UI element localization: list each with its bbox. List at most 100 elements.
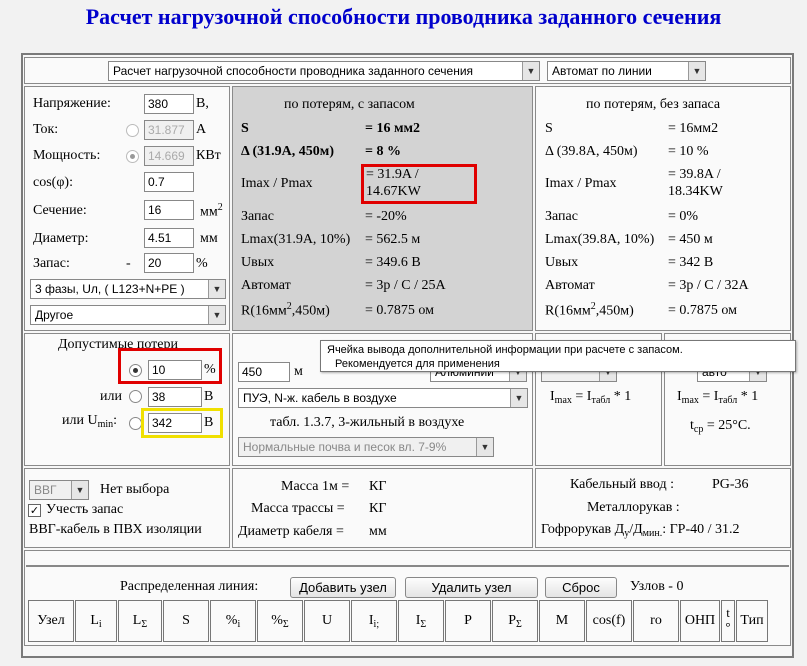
table-header-cell: ОНП <box>680 600 720 642</box>
soil-select[interactable]: Нормальные почва и песок вл. 7-9% ▼ <box>238 437 494 457</box>
loss-volts-unit: В <box>204 389 214 404</box>
reset-button[interactable]: Сброс <box>545 577 617 598</box>
length-input[interactable]: 450 <box>238 362 290 382</box>
table-header-cell: IΣ <box>398 600 444 642</box>
diameter-label: Диаметр: <box>33 231 89 246</box>
mass-1m-unit: КГ <box>369 479 387 494</box>
table-header-cell: PΣ <box>492 600 538 642</box>
cos-label: cos(φ): <box>33 175 73 190</box>
reserve-checkbox[interactable]: ✓ <box>28 504 41 517</box>
wr-lmax-value: = 562.5 м <box>365 232 421 247</box>
mass-1m-label: Масса 1м = <box>281 479 350 494</box>
material-value: Другое <box>35 308 74 322</box>
install-method-value: ПУЭ, N-ж. кабель в воздухе <box>243 391 397 405</box>
cable-type-value: ВВГ <box>34 483 57 497</box>
cable-type-select[interactable]: ВВГ ▼ <box>29 480 89 500</box>
table-header-cell: M <box>539 600 585 642</box>
table-header-cell: %Σ <box>257 600 303 642</box>
remove-node-button[interactable]: Удалить узел <box>405 577 538 598</box>
current-label: Ток: <box>33 122 59 137</box>
current-input[interactable]: 31.877 <box>144 120 194 140</box>
table-header-cell: U <box>304 600 350 642</box>
add-node-button[interactable]: Добавить узел <box>290 577 396 598</box>
diameter-unit: мм <box>200 231 218 246</box>
nr-resistance-label: R(16мм2,450м) <box>545 301 634 319</box>
formula-noreserve: Imax = Iтабл * 1 <box>677 389 759 406</box>
loss-volts-or: или <box>100 389 122 404</box>
cable-entry-value: PG-36 <box>712 477 749 492</box>
phase-value: 3 фазы, Uл, ( L123+N+PE ) <box>35 282 185 296</box>
cable-diameter-label: Диаметр кабеля = <box>238 524 344 539</box>
power-label: Мощность: <box>33 148 101 163</box>
wr-breaker-value: = 3р / С / 25А <box>365 278 446 293</box>
metal-sleeve-label: Металлорукав : <box>587 500 680 515</box>
table-header-cell: %i <box>210 600 256 642</box>
cable-diameter-unit: мм <box>369 524 387 539</box>
power-unit: КВт <box>196 148 221 163</box>
loss-volts-input[interactable]: 38 <box>148 387 202 407</box>
diameter-input[interactable]: 4.51 <box>144 228 194 248</box>
wr-delta-value: = 8 % <box>365 144 401 159</box>
highlight-imax-with-reserve <box>361 164 477 204</box>
wr-s-label: S <box>241 121 249 136</box>
table-header-cell: Узел <box>28 600 74 642</box>
voltage-unit: В, <box>196 96 209 111</box>
nr-lmax-label: Lmax(39.8A, 10%) <box>545 232 655 247</box>
reserve-checkbox-label: Учесть запас <box>46 502 124 517</box>
section-unit: мм2 <box>200 202 223 220</box>
cos-input[interactable]: 0.7 <box>144 172 194 192</box>
wr-resistance-label: R(16мм2,450м) <box>241 301 330 319</box>
reserve-input[interactable]: 20 <box>144 253 194 273</box>
chevron-down-icon: ▼ <box>476 438 493 456</box>
material-select[interactable]: Другое ▼ <box>30 305 226 325</box>
cable-description: ВВГ-кабель в ПВХ изоляции <box>29 522 202 537</box>
nr-uout-label: Uвых <box>545 255 579 270</box>
loss-volts-radio[interactable] <box>129 390 142 403</box>
soil-value: Нормальные почва и песок вл. 7-9% <box>243 440 447 454</box>
nr-delta-label: Δ (39.8А, 450м) <box>545 144 638 159</box>
nr-delta-value: = 10 % <box>668 144 709 159</box>
wr-reserve-value: = -20% <box>365 209 407 224</box>
with-reserve-header: по потерям, с запасом <box>284 97 415 112</box>
calc-mode-value: Расчет нагрузочной способности проводник… <box>113 64 474 78</box>
distributed-divider <box>26 565 789 567</box>
phase-select[interactable]: 3 фазы, Uл, ( L123+N+PE ) ▼ <box>30 279 226 299</box>
wr-resistance-value: = 0.7875 ом <box>365 303 434 318</box>
table-header-cell: P <box>445 600 491 642</box>
calc-mode-select[interactable]: Расчет нагрузочной способности проводник… <box>108 61 540 81</box>
protection-value: Автомат по линии <box>552 64 652 78</box>
highlight-umin <box>141 408 223 438</box>
nr-resistance-value: = 0.7875 ом <box>668 303 737 318</box>
section-label: Сечение: <box>33 203 87 218</box>
table-header-cell: Li <box>75 600 117 642</box>
ambient-temp: tср = 25°С. <box>690 418 751 435</box>
wr-breaker-label: Автомат <box>241 278 291 293</box>
nr-imax-label: Imax / Pmax <box>545 176 617 191</box>
nr-s-label: S <box>545 121 553 136</box>
protection-select[interactable]: Автомат по линии ▼ <box>547 61 706 81</box>
current-radio[interactable] <box>126 124 139 137</box>
corrugated-sleeve: Гофрорукав Ду/Дмин.: ГР-40 / 31.2 <box>541 522 740 539</box>
nr-lmax-value: = 450 м <box>668 232 713 247</box>
without-reserve-header: по потерям, без запаса <box>586 97 721 112</box>
table-header-cell: t ° <box>721 600 735 642</box>
length-unit: м <box>294 364 303 379</box>
nr-breaker-label: Автомат <box>545 278 595 293</box>
reserve-unit: % <box>196 256 208 271</box>
table-header-cell: Тип <box>736 600 768 642</box>
power-input[interactable]: 14.669 <box>144 146 194 166</box>
install-method-select[interactable]: ПУЭ, N-ж. кабель в воздухе ▼ <box>238 388 528 408</box>
cable-entry-label: Кабельный ввод : <box>570 477 675 492</box>
reserve-label: Запас: <box>33 256 70 271</box>
table-note: табл. 1.3.7, 3-жильный в воздухе <box>270 415 465 430</box>
highlight-loss-percent <box>118 348 222 384</box>
section-input[interactable]: 16 <box>144 200 194 220</box>
voltage-input[interactable]: 380 <box>144 94 194 114</box>
chevron-down-icon: ▼ <box>208 306 225 324</box>
power-radio[interactable] <box>126 150 139 163</box>
reserve-dash: - <box>126 256 131 271</box>
nr-breaker-value: = 3р / С / 32А <box>668 278 749 293</box>
voltage-label: Напряжение: <box>33 96 111 111</box>
nr-imax-value: = 39.8A / 18.34KW <box>668 167 723 199</box>
table-header-cell: ro <box>633 600 679 642</box>
